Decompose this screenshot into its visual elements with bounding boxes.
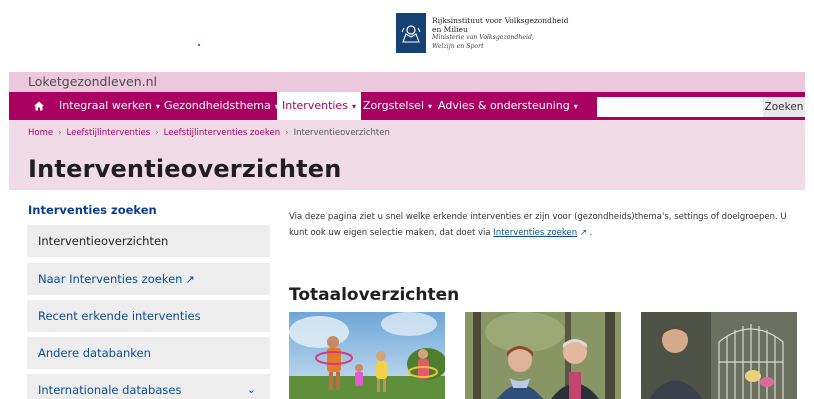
nav-item-integraal-werken[interactable]: Integraal werken ▾ <box>59 92 160 120</box>
elderly-couple-photo[interactable] <box>465 312 621 399</box>
nav-item-gezondheidsthema[interactable]: Gezondheidsthema▾ <box>164 92 279 120</box>
sidebar-item-label: Naar Interventies zoeken <box>38 272 183 286</box>
sidebar-item-label: Interventieoverzichten <box>38 234 169 248</box>
main-navbar: Integraal werken▾ Gezondheidsthema▾ Inte… <box>9 92 805 120</box>
site-name-link[interactable]: Loketgezondleven.nl <box>28 74 157 89</box>
logo-text: Rijksinstituut voor Volksgezondheid en M… <box>432 16 612 51</box>
breadcrumb: Home › Leefstijlinterventies › Leefstijlinte… <box>28 128 390 138</box>
interventies-zoeken-link[interactable]: Interventies zoeken <box>493 228 577 238</box>
home-icon[interactable] <box>34 101 44 111</box>
sidebar-item-recent-erkende-interventies[interactable]: Recent erkende interventies <box>27 300 270 332</box>
logo-line-4: Welzijn en Sport <box>432 42 484 50</box>
red-dot-marker <box>198 44 200 46</box>
search-input[interactable] <box>597 97 763 117</box>
nav-item-zorgstelsel[interactable]: Zorgstelsel ▾ <box>363 92 432 120</box>
sidebar-item-internationale-databases[interactable]: Internationale databases ⌄ <box>27 374 270 399</box>
title-band: Home › Leefstijlinterventies › Leefstijlinte… <box>9 120 805 190</box>
chevron-down-icon: ▾ <box>155 102 160 111</box>
nav-item-label: Advies & ondersteuning <box>438 99 570 112</box>
external-link-icon: ↗ <box>185 273 195 286</box>
breadcrumb-leefstijlinterventies[interactable]: Leefstijlinterventies <box>67 128 151 138</box>
external-link-icon: ↗ <box>579 228 587 238</box>
children-playing-photo[interactable] <box>289 312 445 399</box>
nav-item-interventies[interactable]: Interventies ▾ <box>277 92 361 120</box>
sidebar-item-interventieoverzichten[interactable]: Interventieoverzichten <box>27 225 270 257</box>
nav-item-advies-ondersteuning[interactable]: Advies & ondersteuning ▾ <box>438 92 578 120</box>
breadcrumb-leefstijlinterventies-zoeken[interactable]: Leefstijlinterventies zoeken <box>164 128 281 138</box>
rijksoverheid-logo-icon[interactable] <box>396 13 426 53</box>
sidebar-heading: Interventies zoeken <box>28 203 157 217</box>
sidebar-item-label: Recent erkende interventies <box>38 309 201 323</box>
logo-line-3: Ministerie van Volksgezondheid, <box>432 34 534 41</box>
nav-item-label: Interventies <box>282 99 348 112</box>
sidebar-item-label: Andere databanken <box>38 346 151 360</box>
sidebar-item-andere-databanken[interactable]: Andere databanken <box>27 337 270 369</box>
nav-item-label: Zorgstelsel <box>363 99 424 112</box>
nav-item-label: Integraal werken <box>59 99 152 112</box>
section-title: Totaaloverzichten <box>289 285 460 305</box>
man-with-birdcage-photo[interactable] <box>641 312 797 399</box>
search-button[interactable]: Zoeken <box>763 97 805 117</box>
logo-line-2: en Milieu <box>432 24 468 34</box>
breadcrumb-separator: › <box>155 128 159 138</box>
chevron-down-icon: ▾ <box>428 102 433 111</box>
sidebar-item-label: Internationale databases <box>38 383 182 397</box>
breadcrumb-current: Interventieoverzichten <box>293 128 390 138</box>
breadcrumb-separator: › <box>285 128 289 138</box>
chevron-down-icon: ▾ <box>573 102 578 111</box>
intro-end: . <box>586 228 593 238</box>
intro-paragraph: Via deze pagina ziet u snel welke erkend… <box>289 209 794 241</box>
page-title: Interventieoverzichten <box>28 155 342 183</box>
nav-item-label: Gezondheidsthema <box>164 99 271 112</box>
breadcrumb-home[interactable]: Home <box>28 128 53 138</box>
chevron-down-icon[interactable]: ⌄ <box>247 374 256 399</box>
chevron-down-icon: ▾ <box>351 102 356 111</box>
sidebar-item-naar-interventies-zoeken[interactable]: Naar Interventies zoeken ↗ <box>27 263 270 295</box>
breadcrumb-separator: › <box>58 128 62 138</box>
site-bar: Loketgezondleven.nl <box>9 72 805 92</box>
